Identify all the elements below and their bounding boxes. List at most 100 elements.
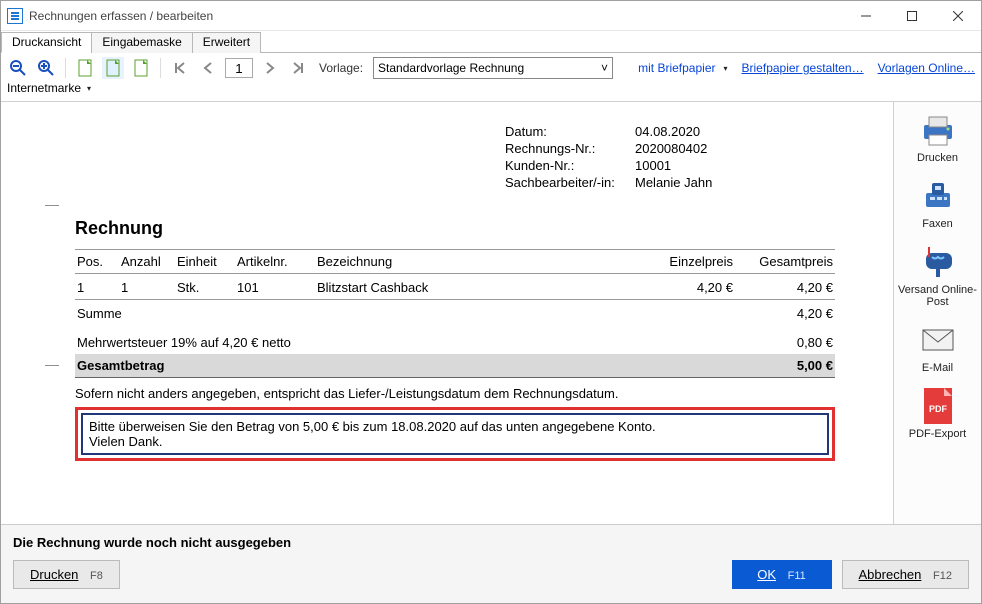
invoice-table: Pos. Anzahl Einheit Artikelnr. Bezeichnu…	[75, 249, 835, 378]
invoice-title: Rechnung	[75, 218, 835, 239]
ok-label: OK	[757, 567, 776, 582]
cell-qty: 1	[119, 274, 175, 300]
maximize-button[interactable]	[889, 1, 935, 31]
cell-article: 101	[235, 274, 315, 300]
action-fax[interactable]: Faxen	[915, 178, 961, 230]
payment-note-highlight: Bitte überweisen Sie den Betrag von 5,00…	[75, 407, 835, 461]
prev-page-icon[interactable]	[197, 57, 219, 79]
footer-print-label: Drucken	[30, 567, 78, 582]
titlebar: Rechnungen erfassen / bearbeiten	[1, 1, 981, 31]
letterhead-dropdown-icon[interactable]: ▾	[724, 64, 728, 73]
zoom-out-icon[interactable]	[7, 57, 29, 79]
page-next-doc-icon[interactable]	[130, 57, 152, 79]
template-label: Vorlage:	[319, 61, 363, 75]
fold-mark-icon: —	[45, 356, 59, 372]
action-pdf-label: PDF-Export	[909, 428, 966, 440]
meta-invno-value: 2020080402	[635, 141, 755, 156]
cell-unit: Stk.	[175, 274, 235, 300]
cancel-label: Abbrechen	[859, 567, 922, 582]
table-row: 1 1 Stk. 101 Blitzstart Cashback 4,20 € …	[75, 274, 835, 300]
status-message: Die Rechnung wurde noch nicht ausgegeben	[1, 525, 981, 556]
next-page-icon[interactable]	[259, 57, 281, 79]
col-description: Bezeichnung	[315, 250, 635, 274]
preview-scroll[interactable]: — — Datum:04.08.2020 Rechnungs-Nr.:20200…	[1, 102, 893, 524]
preview-pane: — — Datum:04.08.2020 Rechnungs-Nr.:20200…	[1, 102, 893, 524]
window-title: Rechnungen erfassen / bearbeiten	[29, 9, 213, 23]
col-totalprice: Gesamtpreis	[735, 250, 835, 274]
sum-label: Summe	[75, 300, 735, 326]
chevron-down-icon: ˅	[601, 61, 608, 75]
meta-date-value: 04.08.2020	[635, 124, 755, 139]
toolbar-secondary: Internetmarke ▾	[1, 81, 981, 101]
internet-stamp-button[interactable]: Internetmarke	[7, 81, 81, 95]
action-email-label: E-Mail	[922, 362, 953, 374]
ok-button[interactable]: OK F11	[732, 560, 832, 589]
action-panel: Drucken Faxen Versand Online-Post E-Mail…	[893, 102, 981, 524]
col-unit: Einheit	[175, 250, 235, 274]
meta-clerk-value: Melanie Jahn	[635, 175, 755, 190]
pdf-icon: PDF	[915, 388, 961, 424]
main-area: — — Datum:04.08.2020 Rechnungs-Nr.:20200…	[1, 101, 981, 524]
action-pdf-export[interactable]: PDF PDF-Export	[909, 388, 966, 440]
tab-input-mask[interactable]: Eingabemaske	[91, 32, 192, 53]
sum-row: Summe 4,20 €	[75, 300, 835, 326]
vat-value: 0,80 €	[735, 325, 835, 354]
tab-extended[interactable]: Erweitert	[192, 32, 261, 53]
fax-icon	[915, 178, 961, 214]
grand-total-row: Gesamtbetrag 5,00 €	[75, 354, 835, 378]
page-current-doc-icon[interactable]	[102, 57, 124, 79]
page-prev-doc-icon[interactable]	[74, 57, 96, 79]
col-unitprice: Einzelpreis	[635, 250, 735, 274]
letterhead-design-link[interactable]: Briefpapier gestalten…	[742, 61, 864, 75]
vat-row: Mehrwertsteuer 19% auf 4,20 € netto 0,80…	[75, 325, 835, 354]
cell-pos: 1	[75, 274, 119, 300]
first-page-icon[interactable]	[169, 57, 191, 79]
col-qty: Anzahl	[119, 250, 175, 274]
col-article: Artikelnr.	[235, 250, 315, 274]
template-value: Standardvorlage Rechnung	[378, 61, 524, 75]
action-online-post[interactable]: Versand Online-Post	[896, 244, 979, 308]
printer-icon	[915, 112, 961, 148]
meta-custno-value: 10001	[635, 158, 755, 173]
meta-custno-label: Kunden-Nr.:	[505, 158, 635, 173]
cancel-shortcut: F12	[933, 570, 952, 582]
col-pos: Pos.	[75, 250, 119, 274]
payment-note-line1: Bitte überweisen Sie den Betrag von 5,00…	[89, 419, 821, 434]
internet-stamp-dropdown-icon[interactable]: ▾	[87, 84, 91, 93]
svg-text:PDF: PDF	[929, 404, 948, 414]
envelope-icon	[915, 322, 961, 358]
footer-print-shortcut: F8	[90, 570, 103, 582]
last-page-icon[interactable]	[287, 57, 309, 79]
templates-online-link[interactable]: Vorlagen Online…	[878, 61, 975, 75]
footer-print-button[interactable]: Drucken F8	[13, 560, 120, 589]
action-post-label: Versand Online-Post	[896, 284, 979, 308]
close-button[interactable]	[935, 1, 981, 31]
fold-mark-icon: —	[45, 196, 59, 212]
action-print[interactable]: Drucken	[915, 112, 961, 164]
action-print-label: Drucken	[917, 152, 958, 164]
grand-label: Gesamtbetrag	[75, 354, 735, 378]
invoice-page: — — Datum:04.08.2020 Rechnungs-Nr.:20200…	[5, 106, 865, 481]
sum-value: 4,20 €	[735, 300, 835, 326]
grand-value: 5,00 €	[735, 354, 835, 378]
zoom-in-icon[interactable]	[35, 57, 57, 79]
cell-unitprice: 4,20 €	[635, 274, 735, 300]
template-select[interactable]: Standardvorlage Rechnung ˅	[373, 57, 613, 79]
tab-print-preview[interactable]: Druckansicht	[1, 32, 92, 53]
vat-label: Mehrwertsteuer 19% auf 4,20 € netto	[75, 325, 735, 354]
meta-clerk-label: Sachbearbeiter/-in:	[505, 175, 635, 190]
window-controls	[843, 1, 981, 31]
delivery-note: Sofern nicht anders angegeben, entsprich…	[75, 386, 835, 401]
mailbox-icon	[915, 244, 961, 280]
cell-totalprice: 4,20 €	[735, 274, 835, 300]
footer: Die Rechnung wurde noch nicht ausgegeben…	[1, 524, 981, 603]
letterhead-toggle[interactable]: mit Briefpapier	[638, 61, 715, 75]
action-email[interactable]: E-Mail	[915, 322, 961, 374]
invoice-meta: Datum:04.08.2020 Rechnungs-Nr.:202008040…	[505, 124, 835, 190]
ok-shortcut: F11	[788, 570, 806, 582]
toolbar: Vorlage: Standardvorlage Rechnung ˅ mit …	[1, 53, 981, 81]
page-number-input[interactable]	[225, 58, 253, 78]
cancel-button[interactable]: Abbrechen F12	[842, 560, 969, 589]
minimize-button[interactable]	[843, 1, 889, 31]
meta-date-label: Datum:	[505, 124, 635, 139]
